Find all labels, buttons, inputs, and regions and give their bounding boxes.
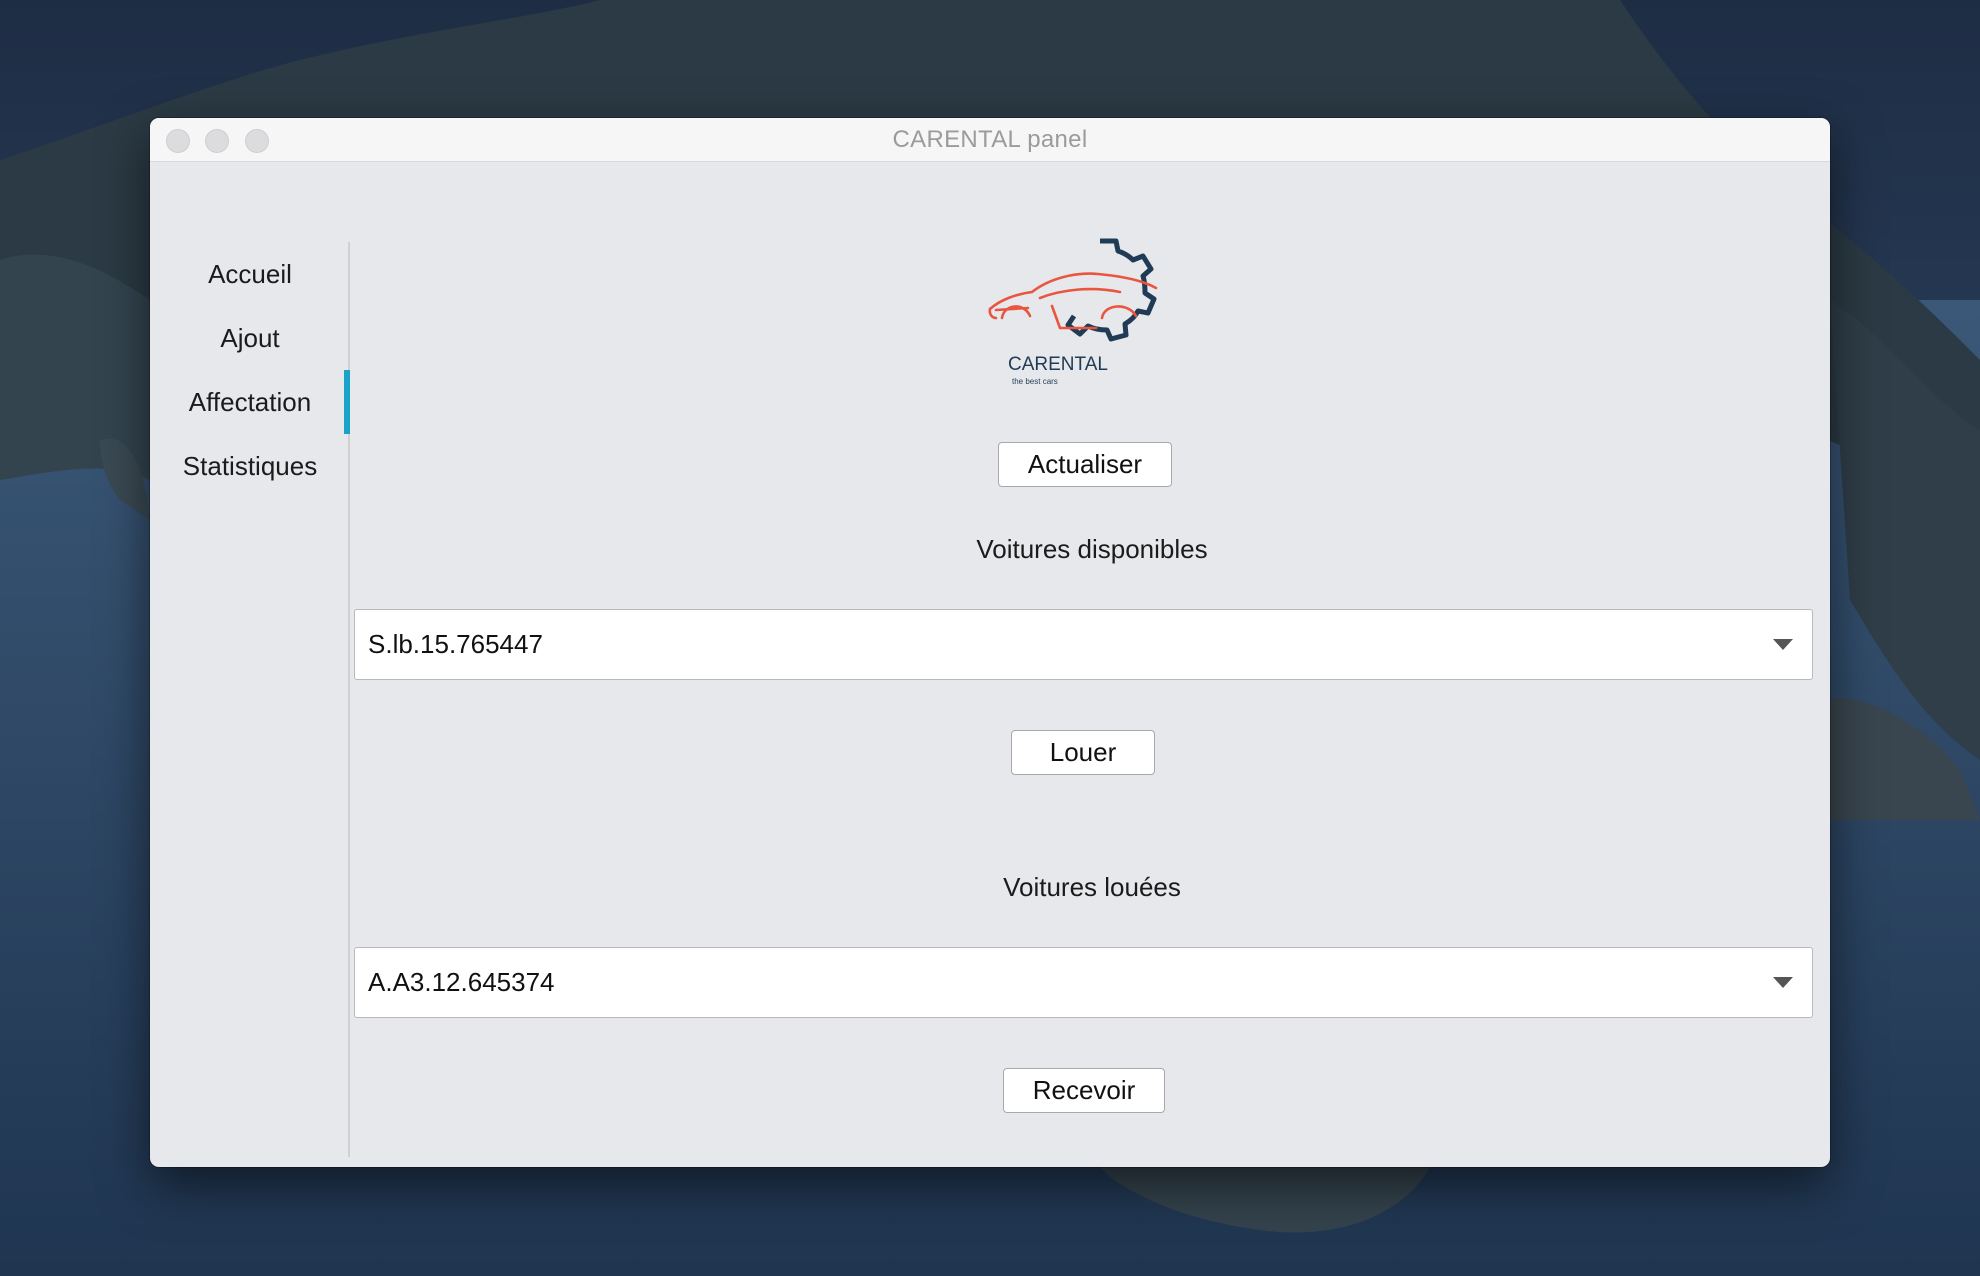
sidebar-item-affectation[interactable]: Affectation [150, 370, 350, 434]
sidebar-item-accueil[interactable]: Accueil [150, 242, 350, 306]
sidebar-item-statistiques[interactable]: Statistiques [150, 434, 350, 498]
refresh-button[interactable]: Actualiser [998, 442, 1172, 487]
app-window: CARENTAL panel Accueil Ajout Affectation… [150, 118, 1830, 1167]
rented-cars-dropdown[interactable]: A.A3.12.645374 [354, 947, 1813, 1018]
sidebar-item-ajout[interactable]: Ajout [150, 306, 350, 370]
chevron-down-icon [1773, 977, 1793, 988]
rent-button[interactable]: Louer [1011, 730, 1155, 775]
logo-tagline: the best cars [1012, 377, 1058, 386]
available-cars-dropdown[interactable]: S.lb.15.765447 [354, 609, 1813, 680]
receive-button[interactable]: Recevoir [1003, 1068, 1165, 1113]
chevron-down-icon [1773, 639, 1793, 650]
sidebar-nav: Accueil Ajout Affectation Statistiques [150, 242, 350, 1157]
window-titlebar: CARENTAL panel [150, 118, 1830, 162]
available-cars-selected: S.lb.15.765447 [368, 629, 543, 659]
rented-cars-selected: A.A3.12.645374 [368, 967, 555, 997]
available-cars-label: Voitures disponibles [976, 534, 1208, 564]
rented-cars-label: Voitures louées [1003, 872, 1181, 902]
logo-wordmark: CARENTAL [1008, 354, 1108, 375]
window-title: CARENTAL panel [892, 126, 1088, 153]
sidebar-active-indicator [344, 370, 350, 434]
carental-logo: CARENTAL the best cars [988, 238, 1158, 386]
